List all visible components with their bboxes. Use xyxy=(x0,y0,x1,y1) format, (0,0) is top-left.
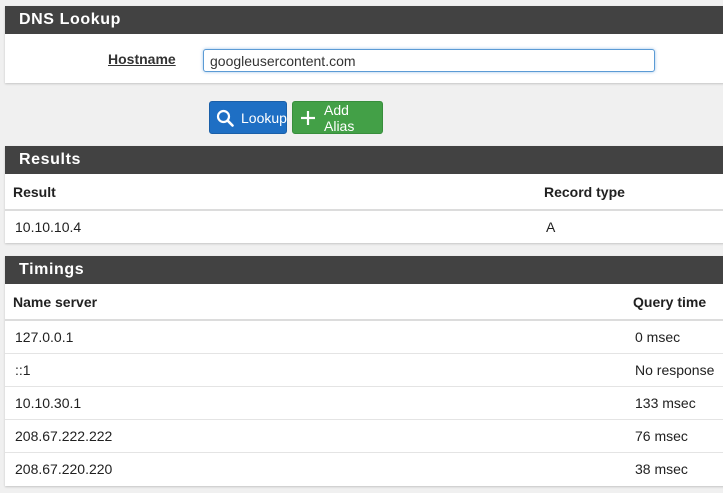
plus-icon xyxy=(299,109,317,127)
name-server-cell: 127.0.0.1 xyxy=(5,320,625,354)
results-panel: Results Result Record type 10.10.10.4 A xyxy=(5,146,723,243)
name-server-cell: 10.10.30.1 xyxy=(5,386,625,420)
results-heading: Results xyxy=(5,146,723,174)
results-table: Result Record type 10.10.10.4 A xyxy=(5,174,723,243)
add-alias-button[interactable]: Add Alias xyxy=(292,101,383,134)
hostname-input[interactable] xyxy=(203,49,655,72)
query-time-cell: No response xyxy=(625,353,723,387)
results-header-row: Result Record type xyxy=(5,174,723,211)
table-row: ::1 No response xyxy=(5,353,723,387)
query-time-column-header: Query time xyxy=(625,284,723,321)
hostname-row: Hostname xyxy=(5,34,723,83)
record-type-column-header: Record type xyxy=(536,174,723,211)
lookup-button-label: Lookup xyxy=(241,109,287,126)
table-row: 127.0.0.1 0 msec xyxy=(5,320,723,354)
name-server-cell: ::1 xyxy=(5,353,625,387)
result-cell: 10.10.10.4 xyxy=(15,219,82,235)
add-alias-button-label: Add Alias xyxy=(324,101,355,134)
dns-lookup-panel: DNS Lookup Hostname xyxy=(5,6,723,83)
result-column-header: Result xyxy=(5,174,536,211)
timings-panel: Timings Name server Query time 127.0.0.1… xyxy=(5,256,723,486)
hostname-label: Hostname xyxy=(108,51,176,67)
table-row: 10.10.10.4 A xyxy=(5,210,723,243)
table-row: 208.67.222.222 76 msec xyxy=(5,419,723,453)
record-type-cell: A xyxy=(546,219,556,235)
name-server-cell: 208.67.222.222 xyxy=(5,419,625,453)
query-time-cell: 133 msec xyxy=(625,386,723,420)
query-time-cell: 76 msec xyxy=(625,419,723,453)
dns-lookup-heading: DNS Lookup xyxy=(5,6,723,34)
search-icon xyxy=(216,109,234,127)
table-row: 208.67.220.220 38 msec xyxy=(5,452,723,485)
timings-heading: Timings xyxy=(5,256,723,284)
table-row: 10.10.30.1 133 msec xyxy=(5,386,723,420)
timings-table: Name server Query time 127.0.0.1 0 msec … xyxy=(5,284,723,485)
query-time-cell: 0 msec xyxy=(625,320,723,354)
query-time-cell: 38 msec xyxy=(635,460,688,477)
timings-header-row: Name server Query time xyxy=(5,284,723,321)
name-server-column-header: Name server xyxy=(5,284,625,321)
lookup-button[interactable]: Lookup xyxy=(209,101,287,134)
name-server-cell: 208.67.220.220 xyxy=(15,460,113,477)
